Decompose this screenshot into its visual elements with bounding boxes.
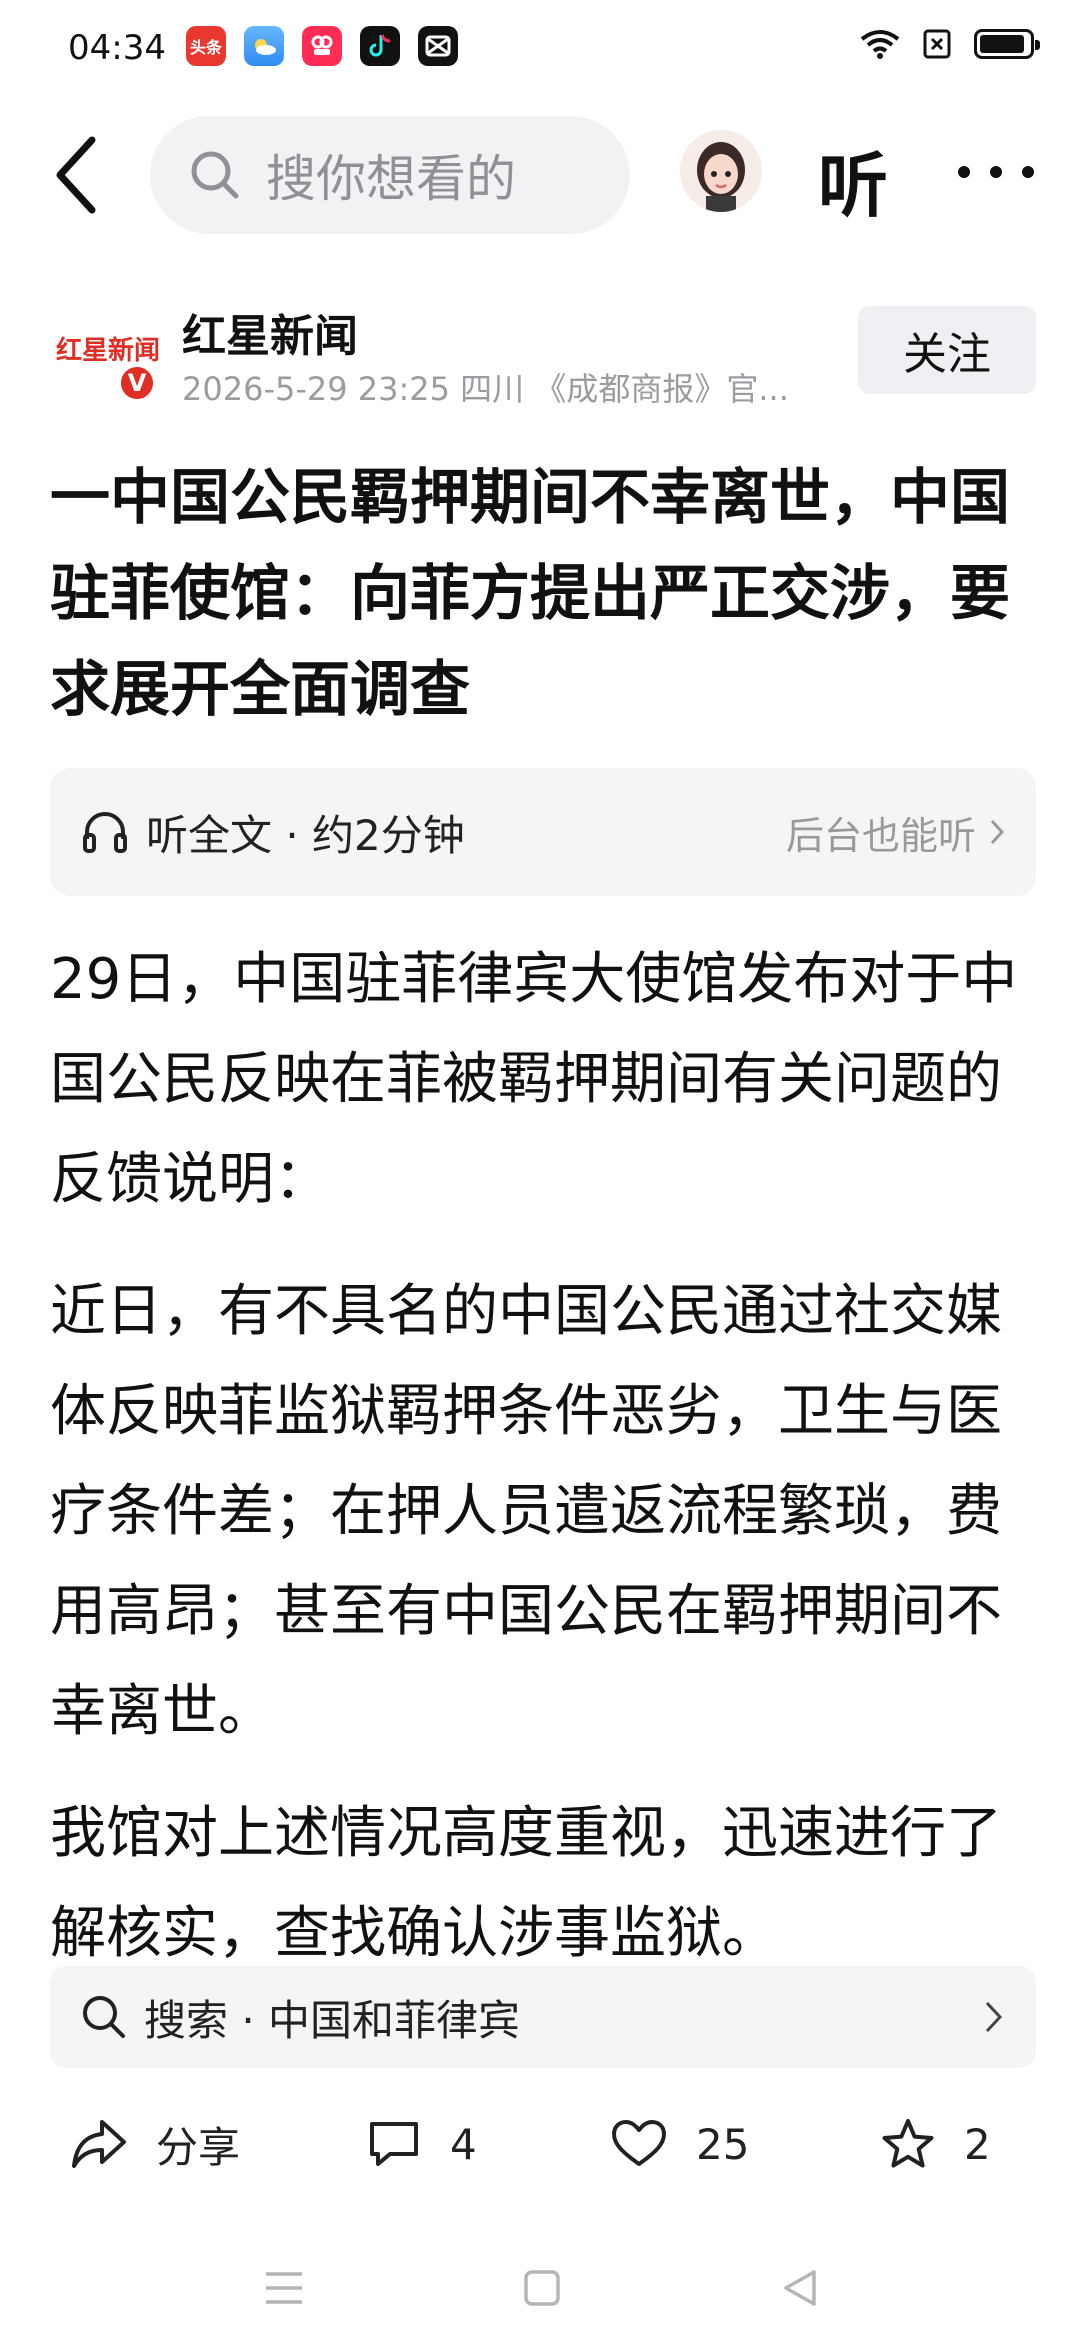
share-label: 分享 (156, 2122, 241, 2172)
author-logo-text: 红星新闻 (56, 336, 161, 366)
listen-button[interactable]: 听 (818, 130, 888, 231)
search-icon (83, 1996, 125, 2038)
capcut-icon (418, 26, 458, 66)
follow-button[interactable]: 关注 (858, 306, 1036, 394)
listen-full-label: 听全文 · 约2分钟 (146, 810, 465, 860)
wifi-icon (860, 30, 900, 59)
chevron-right-icon (985, 2001, 1003, 2033)
heart-icon (612, 2120, 666, 2166)
no-sim-icon (923, 29, 951, 59)
article-meta: 2026-5-29 23:25 四川 《成都商报》官... (182, 370, 789, 408)
status-indicators (860, 28, 1040, 60)
author-name[interactable]: 红星新闻 (182, 300, 358, 364)
like-count: 25 (696, 2119, 750, 2169)
menu-icon[interactable] (262, 2268, 306, 2308)
toutiao-label: 头条 (189, 38, 222, 57)
favorite-button[interactable]: 2 (880, 2094, 991, 2194)
related-search-bar[interactable]: 搜索 · 中国和菲律宾 (50, 1966, 1036, 2068)
more-button[interactable] (952, 140, 1072, 200)
back-arrow-icon (56, 136, 96, 214)
verified-mark: V (127, 369, 147, 397)
star-icon (882, 2119, 934, 2168)
chevron-right-icon (990, 819, 1005, 845)
search-placeholder: 搜你想看的 (266, 150, 516, 208)
toutiao-icon: 头条 (186, 26, 226, 66)
comment-icon (370, 2122, 418, 2166)
share-button[interactable]: 分享 (70, 2094, 240, 2194)
action-bar: 分享 4 25 2 (0, 2094, 1080, 2194)
listen-full-bar[interactable]: 听全文 · 约2分钟 后台也能听 (50, 768, 1036, 896)
tiktok-icon (360, 26, 400, 66)
article-paragraph: 近日，有不具名的中国公民通过社交媒体反映菲监狱羁押条件恶劣，卫生与医疗条件差；在… (50, 1279, 1002, 1744)
background-listen-label: 后台也能听 (785, 813, 976, 858)
back-triangle-icon[interactable] (780, 2268, 820, 2308)
verified-badge: V (118, 364, 156, 402)
related-search-label: 搜索 · 中国和菲律宾 (144, 1995, 521, 2045)
headphones-icon (83, 812, 127, 853)
search-input[interactable]: 搜你想看的 (150, 116, 630, 234)
article-paragraph: 29日，中国驻菲律宾大使馆发布对于中国公民反映在菲被羁押期间有关问题的反馈说明： (50, 947, 1018, 1212)
search-icon (191, 151, 239, 199)
dianshi-icon (302, 26, 342, 66)
avatar[interactable] (680, 130, 762, 212)
system-nav-bar (0, 2230, 1080, 2340)
background-listen-link[interactable]: 后台也能听 (786, 805, 1006, 860)
more-dots-icon (958, 166, 1034, 178)
home-square-icon[interactable] (522, 2268, 562, 2308)
back-button[interactable] (48, 130, 108, 220)
article-paragraph: 我馆对上述情况高度重视，迅速进行了解核实，查找确认涉事监狱。 (50, 1801, 1002, 1966)
comment-count: 4 (450, 2119, 477, 2169)
battery-icon (974, 29, 1040, 59)
avatar-illustration (680, 130, 762, 212)
author-logo[interactable]: 红星新闻 V (56, 320, 161, 402)
article-headline: 一中国公民羁押期间不幸离世，中国驻菲使馆：向菲方提出严正交涉，要求展开全面调查 (50, 463, 1010, 725)
weather-icon (244, 26, 284, 66)
share-icon (72, 2120, 126, 2168)
comment-button[interactable]: 4 (366, 2094, 477, 2194)
status-app-icons: 头条 (186, 26, 458, 66)
favorite-count: 2 (964, 2119, 991, 2169)
like-button[interactable]: 25 (610, 2094, 749, 2194)
status-time: 04:34 (68, 28, 166, 68)
